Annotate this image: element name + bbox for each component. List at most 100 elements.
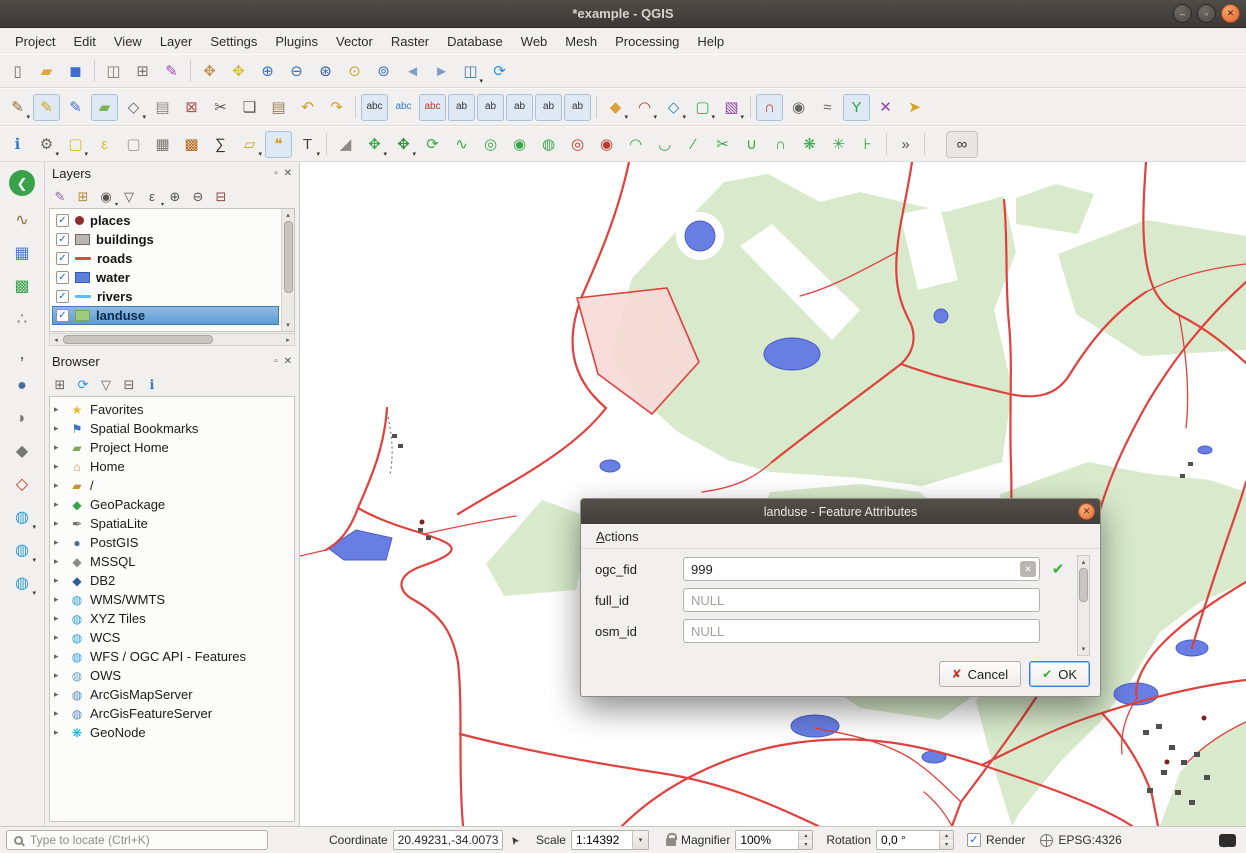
manage-map-themes-icon[interactable]: ◉▾ (96, 186, 116, 206)
scroll-down-icon[interactable]: ▾ (1078, 643, 1089, 655)
deselect-features-icon[interactable]: ▢ (120, 131, 147, 158)
browser-item-ows[interactable]: ▸◍OWS (52, 666, 292, 685)
statistical-summary-icon[interactable]: ∑ (207, 131, 234, 158)
add-part-icon[interactable]: ◉ (506, 131, 533, 158)
browser-item-db2[interactable]: ▸◆DB2 (52, 571, 292, 590)
clear-text-icon[interactable]: ✕ (1020, 561, 1036, 577)
zoom-next-icon[interactable]: ► (428, 58, 455, 85)
zoom-last-icon[interactable]: ◄ (399, 58, 426, 85)
expand-chevron-icon[interactable]: ▸ (54, 708, 64, 719)
browser-item-project-home[interactable]: ▸▰Project Home (52, 438, 292, 457)
browser-item-wcs[interactable]: ▸◍WCS (52, 628, 292, 647)
browser-item-xyz-tiles[interactable]: ▸◍XYZ Tiles (52, 609, 292, 628)
browser-item-arcgisfeatureserver[interactable]: ▸◍ArcGisFeatureServer (52, 704, 292, 723)
copy-move-feature-icon[interactable]: ✥▾ (390, 131, 417, 158)
lock-scale-icon[interactable] (666, 838, 676, 846)
spin-down-icon[interactable]: ▾ (799, 840, 812, 849)
current-edits-icon[interactable]: ✎▾ (4, 94, 31, 121)
open-layer-styling-icon[interactable]: ✎ (50, 186, 70, 206)
map-canvas[interactable] (300, 162, 1246, 826)
data-source-manager-icon[interactable]: ❮ (9, 170, 35, 196)
dialog-titlebar[interactable]: landuse - Feature Attributes ✕ (581, 499, 1100, 524)
rotate-feature-icon[interactable]: ⟳ (419, 131, 446, 158)
change-label-icon[interactable]: ab (506, 94, 533, 121)
spin-up-icon[interactable]: ▴ (940, 831, 953, 840)
pan-to-selection-icon[interactable]: ✥ (225, 58, 252, 85)
layer-checkbox[interactable]: ✓ (56, 214, 69, 227)
messages-bubble-icon[interactable] (1219, 834, 1236, 847)
move-label-icon[interactable]: ab (448, 94, 475, 121)
annotation-tool-icon[interactable]: ◠▾ (631, 94, 658, 121)
delete-part-icon[interactable]: ◉ (593, 131, 620, 158)
field-input-ogc_fid[interactable] (683, 557, 1040, 581)
layout-manager-icon[interactable]: ⊞ (129, 58, 156, 85)
add-point-cloud-layer-icon[interactable]: ∴ (8, 307, 36, 333)
dialog-scrollbar[interactable]: ▴ ▾ (1077, 555, 1090, 656)
filter-browser-icon[interactable]: ▽ (96, 374, 116, 394)
scroll-down-icon[interactable]: ▾ (282, 319, 294, 331)
layers-panel-float-icon[interactable]: ▫ (274, 168, 278, 179)
cut-features-icon[interactable]: ✂ (207, 94, 234, 121)
remove-layer-icon[interactable]: ⊟ (211, 186, 231, 206)
rotation-input[interactable] (877, 831, 939, 849)
modify-attributes-icon[interactable]: ▤ (149, 94, 176, 121)
select-by-expression-icon[interactable]: ε (91, 131, 118, 158)
layer-checkbox[interactable]: ✓ (56, 290, 69, 303)
menu-vector[interactable]: Vector (327, 30, 382, 53)
measure-icon[interactable]: ▱▾ (236, 131, 263, 158)
expand-chevron-icon[interactable]: ▸ (54, 423, 64, 434)
refresh-browser-icon[interactable]: ⟳ (73, 374, 93, 394)
select-features-icon[interactable]: ▢▾ (62, 131, 89, 158)
add-shape-icon[interactable]: ▢▾ (689, 94, 716, 121)
browser-item-home[interactable]: ▸⌂Home (52, 457, 292, 476)
collapse-browser-icon[interactable]: ⊟ (119, 374, 139, 394)
minimize-button[interactable]: – (1173, 4, 1192, 23)
fill-ring-icon[interactable]: ◍ (535, 131, 562, 158)
add-wfs-layer-icon[interactable]: ◍▾ (8, 538, 36, 564)
browser-item-spatial-bookmarks[interactable]: ▸⚑Spatial Bookmarks (52, 419, 292, 438)
maximize-button[interactable]: ▫ (1197, 4, 1216, 23)
dialog-close-button[interactable]: ✕ (1078, 503, 1095, 520)
enable-tracing-icon[interactable]: Y (843, 94, 870, 121)
diagram-options-icon[interactable]: ◆▾ (602, 94, 629, 121)
new-print-layout-icon[interactable]: ◫ (100, 58, 127, 85)
browser-item-favorites[interactable]: ▸★Favorites (52, 400, 292, 419)
actions-menu[interactable]: Actions (589, 527, 646, 546)
layers-horizontal-scrollbar[interactable]: ◂ ▸ (49, 333, 295, 346)
filter-by-expression-icon[interactable]: ε▾ (142, 186, 162, 206)
browser-item-postgis[interactable]: ▸●PostGIS (52, 533, 292, 552)
menu-web[interactable]: Web (512, 30, 557, 53)
add-delimited-text-layer-icon[interactable]: , (8, 340, 36, 366)
menu-edit[interactable]: Edit (64, 30, 104, 53)
add-selected-layers-icon[interactable]: ⊞ (50, 374, 70, 394)
expand-chevron-icon[interactable]: ▸ (54, 670, 64, 681)
rotate-label-icon[interactable]: ab (477, 94, 504, 121)
text-annotation-icon[interactable]: T▾ (294, 131, 321, 158)
trim-extend-icon[interactable]: ⊦ (854, 131, 881, 158)
redo-icon[interactable]: ↷ (323, 94, 350, 121)
expand-chevron-icon[interactable]: ▸ (54, 556, 64, 567)
browser-item-mssql[interactable]: ▸◆MSSQL (52, 552, 292, 571)
extents-pointer-icon[interactable]: ➤ (506, 832, 522, 847)
menu-mesh[interactable]: Mesh (556, 30, 606, 53)
zoom-in-icon[interactable]: ⊕ (254, 58, 281, 85)
add-mesh-layer-icon[interactable]: ▩ (8, 274, 36, 300)
add-arcgis-layer-icon[interactable]: ◍▾ (8, 571, 36, 597)
vertex-tool-icon[interactable]: ◇▾ (120, 94, 147, 121)
locator-search[interactable]: Type to locate (Ctrl+K) (6, 830, 268, 850)
menu-processing[interactable]: Processing (606, 30, 688, 53)
layer-checkbox[interactable]: ✓ (56, 309, 69, 322)
close-button[interactable]: ✕ (1221, 4, 1240, 23)
run-feature-action-icon[interactable]: ⚙▾ (33, 131, 60, 158)
menu-raster[interactable]: Raster (382, 30, 438, 53)
zoom-to-selection-icon[interactable]: ⊙ (341, 58, 368, 85)
browser-item-wfs-ogc-api-features[interactable]: ▸◍WFS / OGC API - Features (52, 647, 292, 666)
add-ring-icon[interactable]: ◎ (477, 131, 504, 158)
add-oracle-layer-icon[interactable]: ◇ (8, 472, 36, 498)
pin-unpin-labels-icon[interactable]: ab (535, 94, 562, 121)
rotate-point-symbols-icon[interactable]: ❋ (796, 131, 823, 158)
search-binoculars-icon[interactable]: ∞ (946, 131, 978, 158)
magnifier-input[interactable] (736, 831, 798, 849)
save-layer-edits-icon[interactable]: ✎ (62, 94, 89, 121)
merge-attributes-icon[interactable]: ∩ (767, 131, 794, 158)
